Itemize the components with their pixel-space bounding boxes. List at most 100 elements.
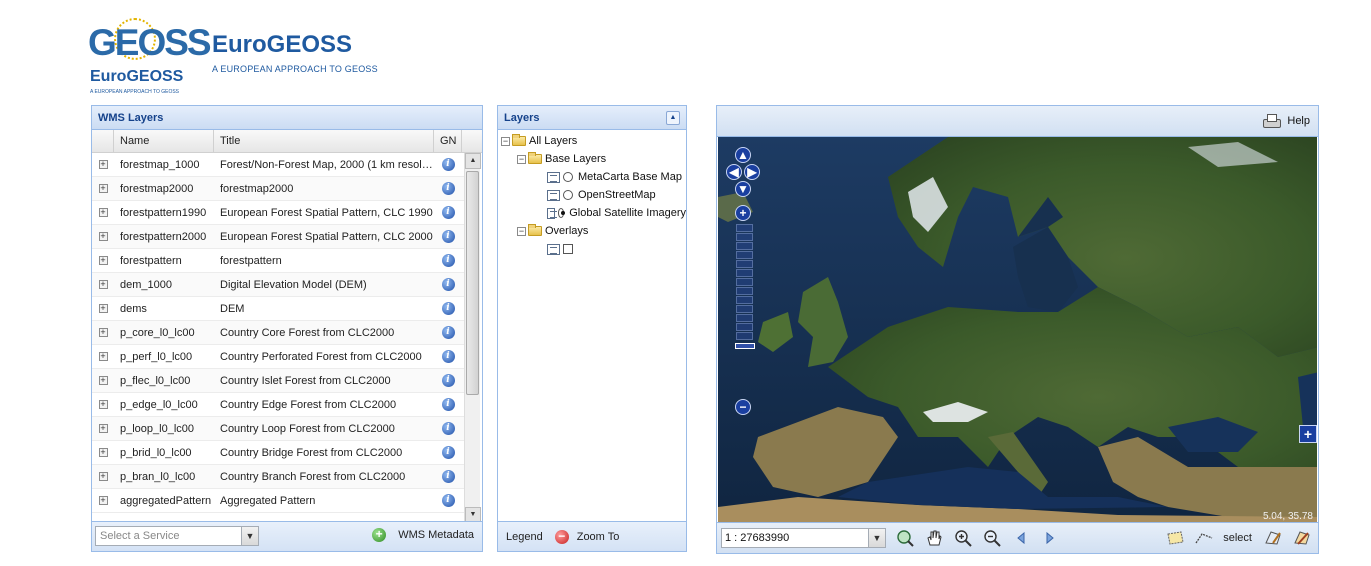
info-icon[interactable]: i — [434, 422, 462, 435]
expand-row-icon[interactable]: + — [92, 352, 114, 361]
scroll-thumb[interactable] — [466, 171, 479, 395]
scroll-up-icon[interactable]: ▲ — [465, 153, 481, 169]
expand-row-icon[interactable]: + — [92, 304, 114, 313]
info-icon[interactable]: i — [434, 446, 462, 459]
service-select[interactable]: Select a Service ▼ — [95, 526, 259, 546]
table-row[interactable]: + p_brid_l0_lc00 Country Bridge Forest fro… — [92, 441, 464, 465]
table-row[interactable]: + dems DEM i — [92, 297, 464, 321]
tree-node-overlays[interactable]: − Overlays — [501, 222, 686, 240]
table-row[interactable]: + p_core_l0_lc00 Country Core Forest from … — [92, 321, 464, 345]
info-icon[interactable]: i — [434, 470, 462, 483]
expand-row-icon[interactable]: + — [92, 280, 114, 289]
base-layer-item[interactable]: Global Satellite Imagery — [501, 204, 686, 222]
measure-length-icon[interactable] — [1194, 528, 1214, 548]
expand-row-icon[interactable]: + — [92, 376, 114, 385]
collapse-node-icon[interactable]: − — [517, 226, 526, 236]
info-icon[interactable]: i — [434, 350, 462, 363]
table-row[interactable]: + dem_1000 Digital Elevation Model (DEM) i — [92, 273, 464, 297]
base-layer-radio[interactable] — [563, 172, 573, 182]
draw-polygon-icon[interactable] — [1263, 528, 1283, 548]
zoom-to-button[interactable]: Zoom To — [577, 531, 620, 543]
pan-up-icon[interactable]: ▲ — [735, 147, 751, 163]
info-icon[interactable]: i — [434, 302, 462, 315]
zoom-out-icon[interactable]: − — [735, 399, 751, 415]
overlay-checkbox[interactable] — [563, 244, 573, 254]
legend-button[interactable]: Legend — [506, 531, 543, 543]
help-button[interactable]: Help — [1287, 115, 1310, 127]
history-back-icon[interactable] — [1011, 528, 1031, 548]
chevron-down-icon[interactable]: ▼ — [241, 527, 258, 545]
info-icon[interactable]: i — [434, 254, 462, 267]
name-column-header[interactable]: Name — [114, 130, 214, 153]
remove-icon[interactable]: − — [554, 529, 569, 544]
pan-hand-icon[interactable] — [924, 528, 944, 548]
info-icon[interactable]: i — [434, 326, 462, 339]
print-icon[interactable] — [1263, 114, 1282, 128]
expand-row-icon[interactable]: + — [92, 496, 114, 505]
tree-node-base-layers[interactable]: − Base Layers — [501, 150, 686, 168]
table-row[interactable]: + p_edge_l0_lc00 Country Edge Forest from … — [92, 393, 464, 417]
info-icon[interactable]: i — [434, 182, 462, 195]
measure-area-icon[interactable] — [1165, 528, 1185, 548]
table-row[interactable]: + aggregatedPattern Aggregated Pattern i — [92, 489, 464, 513]
zoom-to-max-extent-icon[interactable] — [895, 528, 915, 548]
table-row[interactable]: + p_loop_l0_lc00 Country Loop Forest from … — [92, 417, 464, 441]
expand-row-icon[interactable]: + — [92, 472, 114, 481]
expand-row-icon[interactable]: + — [92, 184, 114, 193]
base-layer-item[interactable]: MetaCarta Base Map — [501, 168, 686, 186]
table-row[interactable]: + forestmap2000 forestmap2000 i — [92, 177, 464, 201]
info-icon[interactable]: i — [434, 158, 462, 171]
chevron-down-icon[interactable]: ▼ — [868, 529, 885, 547]
layer-title-cell: Country Bridge Forest from CLC2000 — [220, 446, 403, 459]
collapse-node-icon[interactable]: − — [501, 136, 510, 146]
info-icon[interactable]: i — [434, 374, 462, 387]
pan-right-icon[interactable]: ▶ — [744, 164, 760, 180]
expand-row-icon[interactable]: + — [92, 328, 114, 337]
pan-left-icon[interactable]: ◀ — [726, 164, 742, 180]
gn-column-header[interactable]: GN — [434, 130, 462, 153]
info-icon[interactable]: i — [434, 230, 462, 243]
table-row[interactable]: + forestmap_1000 Forest/Non-Forest Map, 20… — [92, 153, 464, 177]
select-tool-button[interactable]: select — [1223, 532, 1252, 544]
expand-row-icon[interactable]: + — [92, 448, 114, 457]
info-icon[interactable]: i — [434, 278, 462, 291]
expand-row-icon[interactable]: + — [92, 160, 114, 169]
base-layer-radio[interactable] — [563, 190, 573, 200]
base-layer-label: MetaCarta Base Map — [578, 171, 682, 183]
wms-scrollbar[interactable]: ▲ ▼ — [464, 153, 481, 523]
expand-row-icon[interactable]: + — [92, 232, 114, 241]
zoom-slider-handle[interactable] — [735, 343, 755, 349]
collapse-node-icon[interactable]: − — [517, 154, 526, 164]
table-row[interactable]: + forestpattern forestpattern i — [92, 249, 464, 273]
scale-select[interactable]: 1 : 27683990 ▼ — [721, 528, 886, 548]
table-row[interactable]: + forestpattern2000 European Forest Spatia… — [92, 225, 464, 249]
expand-row-icon[interactable]: + — [92, 400, 114, 409]
zoom-bar[interactable] — [736, 224, 753, 348]
info-icon[interactable]: i — [434, 398, 462, 411]
layer-icon — [547, 189, 560, 201]
zoom-in-tool-icon[interactable] — [953, 528, 973, 548]
pan-down-icon[interactable]: ▼ — [735, 181, 751, 197]
info-icon[interactable]: i — [434, 206, 462, 219]
title-column-header[interactable]: Title — [214, 130, 434, 153]
expand-row-icon[interactable]: + — [92, 208, 114, 217]
overlay-empty-item[interactable] — [501, 240, 686, 258]
table-row[interactable]: + p_flec_l0_lc00 Country Islet Forest from… — [92, 369, 464, 393]
zoom-out-tool-icon[interactable] — [982, 528, 1002, 548]
layer-switcher-icon[interactable]: + — [1299, 425, 1317, 443]
wms-metadata-button[interactable]: + WMS Metadata — [372, 528, 474, 542]
edit-feature-icon[interactable] — [1292, 528, 1312, 548]
info-icon[interactable]: i — [434, 494, 462, 507]
collapse-icon[interactable]: ▲ — [666, 110, 680, 125]
table-row[interactable]: + p_bran_l0_lc00 Country Branch Forest fro… — [92, 465, 464, 489]
base-layer-radio[interactable] — [557, 208, 566, 218]
zoom-in-icon[interactable]: + — [735, 205, 751, 221]
tree-node-all-layers[interactable]: − All Layers — [501, 132, 686, 150]
table-row[interactable]: + p_perf_l0_lc00 Country Perforated Forest… — [92, 345, 464, 369]
table-row[interactable]: + forestpattern1990 European Forest Spatia… — [92, 201, 464, 225]
history-forward-icon[interactable] — [1040, 528, 1060, 548]
map-canvas[interactable]: ▲ ◀ ▶ ▼ + − + 5.04, 35.78 — [718, 137, 1317, 524]
expand-row-icon[interactable]: + — [92, 256, 114, 265]
expand-row-icon[interactable]: + — [92, 424, 114, 433]
base-layer-item[interactable]: OpenStreetMap — [501, 186, 686, 204]
